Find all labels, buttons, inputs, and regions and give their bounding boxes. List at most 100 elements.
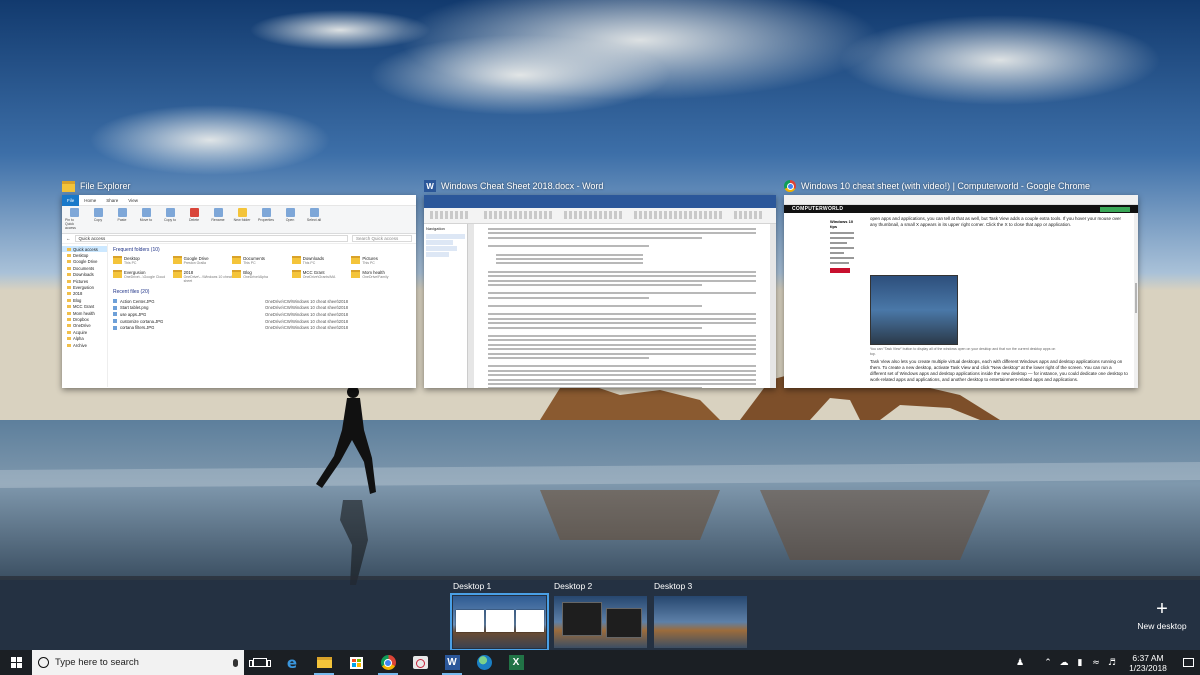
frequent-folder-tile: Evergusion OneDrive\...\Google Cloud xyxy=(113,270,173,283)
document-text-line xyxy=(488,374,756,377)
volume-icon[interactable]: ♬ xyxy=(1104,650,1120,675)
frequent-folder-tile: 2018 OneDrive\...\Windows 10 cheat sheet xyxy=(172,270,233,283)
battery-icon[interactable]: ▮ xyxy=(1072,650,1088,675)
desktop-3-thumbnail[interactable] xyxy=(654,596,747,648)
article-content: Windows 10 tips open apps and applicatio… xyxy=(784,213,1138,388)
document-text-line xyxy=(496,257,644,260)
ribbon-copy-button: Copy xyxy=(89,208,107,222)
image-file-icon xyxy=(113,299,117,304)
document-text-line xyxy=(488,339,756,342)
window-title-bar[interactable]: File Explorer xyxy=(62,178,131,194)
word-thumbnail[interactable]: Navigation xyxy=(424,195,776,388)
document-text-line xyxy=(488,352,756,355)
folder-location: OneDrive\Family xyxy=(362,275,389,279)
scrollbar xyxy=(1134,213,1138,388)
task-view-icon xyxy=(249,658,271,667)
file-explorer-thumbnail[interactable]: File Home Share View Pin to Quick access… xyxy=(62,195,416,388)
document-text-line xyxy=(488,313,756,316)
navigation-pane: Navigation xyxy=(424,224,468,388)
folder-location: OneDrive\Grants\MA xyxy=(302,275,336,279)
folder-location: OneDrive\...\Windows 10 cheat sheet xyxy=(183,275,232,283)
new-desktop-button[interactable]: + New desktop xyxy=(1130,599,1194,634)
microphone-icon[interactable] xyxy=(233,658,238,667)
folder-icon xyxy=(291,270,301,278)
onedrive-cloud-icon[interactable]: ☁ xyxy=(1056,650,1072,675)
taskbar-chrome[interactable] xyxy=(372,650,404,675)
frequent-folder-tile: Mom health OneDrive\Family xyxy=(351,270,411,283)
search-field: Search Quick access xyxy=(352,235,412,242)
recent-file-row: customize cortana.JPG OneDrive\CW\Windows… xyxy=(113,318,411,325)
taskbar-file-explorer[interactable] xyxy=(308,650,340,675)
document-text-line xyxy=(488,322,756,325)
article-caption: You can "Task View" button to display al… xyxy=(870,347,1056,356)
folder-icon xyxy=(232,270,242,278)
document-text-line xyxy=(496,262,644,265)
taskbar-search-box[interactable]: Type here to search xyxy=(32,650,244,675)
taskbar-snipping-tool[interactable] xyxy=(404,650,436,675)
edge-icon: e xyxy=(286,653,298,672)
site-header-button xyxy=(1100,206,1130,212)
document-text-line xyxy=(488,292,756,295)
taskbar-edge[interactable]: e xyxy=(276,650,308,675)
people-icon[interactable]: ♟ xyxy=(1012,650,1028,675)
image-file-icon xyxy=(113,312,117,317)
file-path: OneDrive\CW\Windows 10 cheat sheet\2018 xyxy=(265,318,349,324)
folder-icon xyxy=(172,256,182,264)
document-text-line xyxy=(488,296,649,299)
wifi-icon[interactable]: ≈ xyxy=(1088,650,1104,675)
folder-location: OneDrive\Alpha xyxy=(243,275,268,279)
task-view-button[interactable] xyxy=(244,650,276,675)
taskbar-store[interactable] xyxy=(340,650,372,675)
chrome-icon xyxy=(784,180,796,192)
ribbon-properties-button: Properties xyxy=(257,208,275,222)
recent-file-row: cortana filters.JPG OneDrive\CW\Windows 1… xyxy=(113,324,411,331)
file-name: Action Center.JPG xyxy=(120,298,155,304)
clock[interactable]: 6:37 AM 1/23/2018 xyxy=(1120,653,1176,673)
folder-icon xyxy=(113,256,122,264)
chrome-thumbnail[interactable]: COMPUTERWORLD Windows 10 tips open apps … xyxy=(784,195,1138,388)
document-text-line xyxy=(488,326,703,329)
article-sidebar: Windows 10 tips xyxy=(830,219,854,273)
taskbar-globe-app[interactable] xyxy=(468,650,500,675)
file-name: customize cortana.JPG xyxy=(120,318,164,324)
show-hidden-icons-chevron-icon[interactable]: ⌃ xyxy=(1040,650,1056,675)
start-button[interactable] xyxy=(0,650,32,675)
folder-icon xyxy=(291,256,301,264)
document-text-line xyxy=(488,275,756,278)
desktop-label: Desktop 3 xyxy=(654,581,693,591)
ribbon-tabs: File Home Share View xyxy=(62,195,416,206)
folder-icon xyxy=(172,270,182,278)
document-text-line xyxy=(488,335,756,338)
window-title-bar[interactable]: Windows 10 cheat sheet (with video!) | C… xyxy=(784,178,1090,194)
document-text-line xyxy=(488,232,756,235)
notification-icon xyxy=(1182,658,1194,667)
document-text-line xyxy=(488,356,649,359)
file-path: OneDrive\CW\Windows 10 cheat sheet\2018 xyxy=(265,311,349,317)
folder-icon xyxy=(113,270,122,278)
desktop-1-thumbnail[interactable] xyxy=(450,593,549,651)
frequent-folder-tile: Blog OneDrive\Alpha xyxy=(232,270,292,283)
frequent-folder-tile: Pictures This PC xyxy=(351,256,411,265)
recent-file-row: Action Center.JPG OneDrive\CW\Windows 10 … xyxy=(113,298,411,305)
document-text-line xyxy=(496,253,644,256)
action-center-button[interactable] xyxy=(1176,650,1200,675)
folder-icon xyxy=(232,256,242,264)
file-path: OneDrive\CW\Windows 10 cheat sheet\2018 xyxy=(265,298,349,304)
document-text-line xyxy=(488,228,756,230)
search-placeholder: Type here to search xyxy=(55,657,139,668)
tab-file: File xyxy=(62,195,80,206)
ribbon-delete-button: Delete xyxy=(185,208,203,222)
window-title-bar[interactable]: W Windows Cheat Sheet 2018.docx - Word xyxy=(424,178,603,194)
desktop-2-thumbnail[interactable] xyxy=(554,596,647,648)
document-text-line xyxy=(488,236,703,239)
navigation-pane-title: Navigation xyxy=(426,226,445,231)
navigation-pane: Quick access Desktop Google Drive Documents… xyxy=(62,244,108,387)
windows-logo-icon xyxy=(10,657,22,668)
ribbon-move-button: Move to xyxy=(137,208,155,222)
snipping-tool-icon xyxy=(412,656,428,669)
taskbar-word[interactable]: W xyxy=(436,650,468,675)
taskbar-excel[interactable]: X xyxy=(500,650,532,675)
ribbon-selectall-button: Select all xyxy=(305,208,323,222)
article-paragraph: Task View also lets you create multiple … xyxy=(870,359,1128,382)
taskbar: Type here to search e W X ♟ ⌃ ☁ ▮ ≈ ♬ 6:… xyxy=(0,650,1200,675)
